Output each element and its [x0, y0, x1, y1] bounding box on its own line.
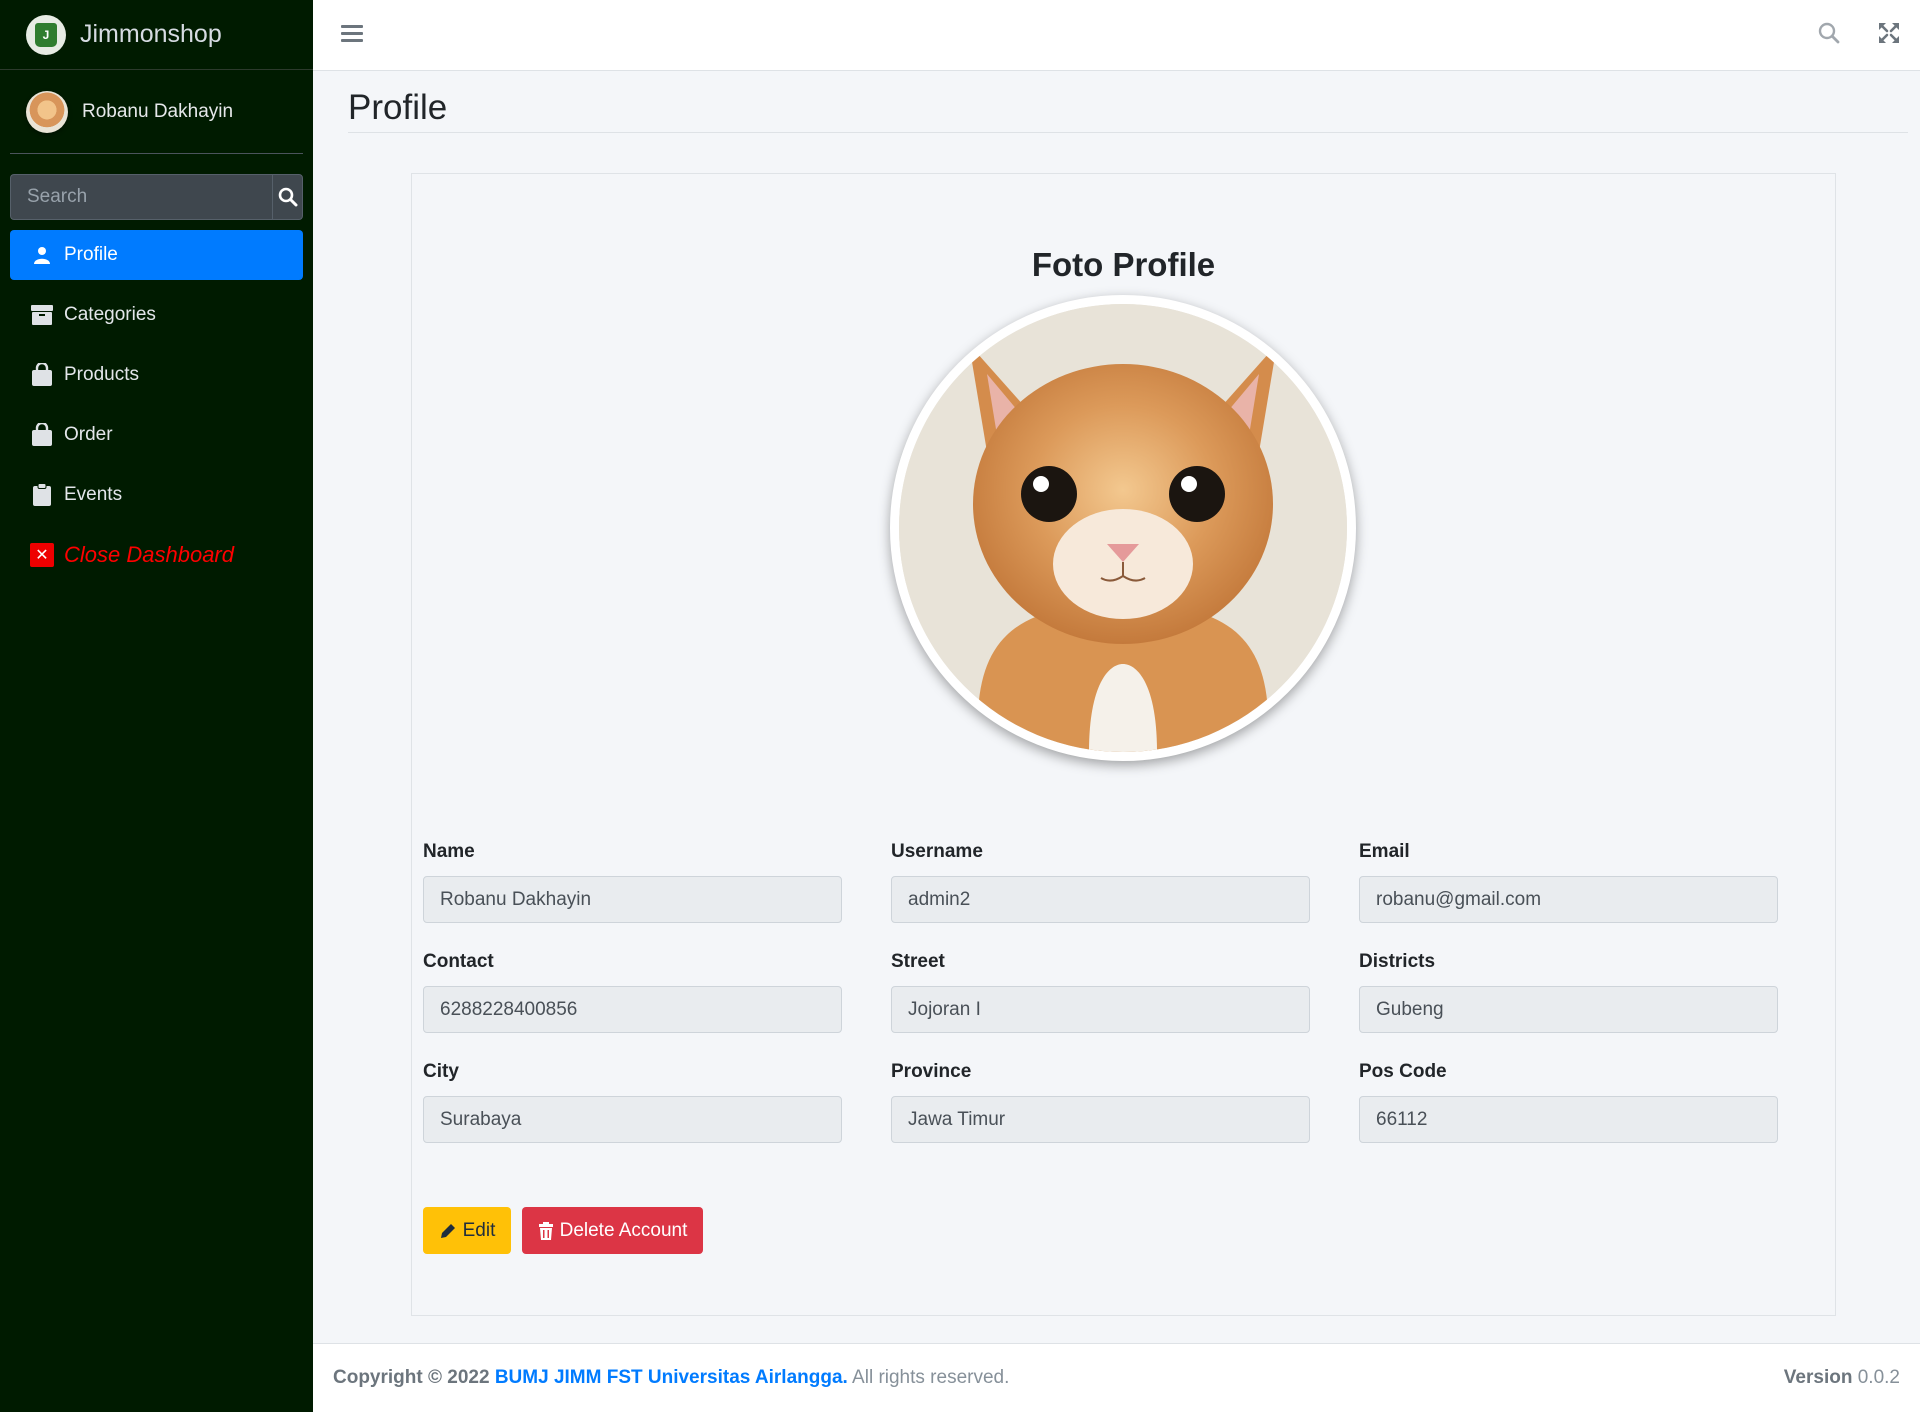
photo-heading: Foto Profile — [1031, 246, 1216, 283]
pencil-icon — [440, 1223, 455, 1238]
version-number: 0.0.2 — [1857, 1367, 1900, 1388]
sidebar-item-events[interactable]: Events — [10, 470, 303, 520]
fullscreen-icon[interactable] — [1878, 22, 1900, 44]
districts-field[interactable]: Gubeng — [1359, 986, 1778, 1033]
brand-logo-text: J — [35, 22, 57, 47]
user-name: Robanu Dakhayin — [82, 100, 234, 122]
username-label: Username — [891, 841, 983, 862]
page-title: Profile — [348, 88, 448, 127]
close-dashboard-link[interactable]: ✕ Close Dashboard — [10, 530, 303, 580]
delete-label: Delete Account — [559, 1219, 688, 1241]
poscode-label: Pos Code — [1359, 1061, 1447, 1082]
city-field[interactable]: Surabaya — [423, 1096, 842, 1143]
province-label: Province — [891, 1061, 972, 1082]
sidebar-item-order[interactable]: Order — [10, 410, 303, 460]
trash-icon — [538, 1221, 553, 1240]
navbar-right — [1818, 22, 1900, 44]
brand-link[interactable]: J Jimmonshop — [0, 0, 313, 70]
email-label: Email — [1359, 841, 1410, 862]
street-field[interactable]: Jojoran I — [891, 986, 1310, 1033]
top-navbar — [313, 0, 1920, 71]
copyright-text: Copyright © 2022 — [333, 1367, 490, 1388]
name-label: Name — [423, 841, 475, 862]
profile-photo — [890, 295, 1356, 761]
street-label: Street — [891, 951, 945, 972]
user-icon — [30, 243, 54, 267]
sidebar-item-products[interactable]: Products — [10, 350, 303, 400]
sidebar-nav: Profile Categories Products Order Events — [10, 230, 303, 580]
divider — [348, 132, 1908, 133]
sidebar: J Jimmonshop Robanu Dakhayin Profile Cat… — [0, 0, 313, 1412]
close-dashboard-label: Close Dashboard — [64, 542, 234, 567]
username-field[interactable]: admin2 — [891, 876, 1310, 923]
sidebar-item-label: Events — [64, 484, 123, 505]
sidebar-item-profile[interactable]: Profile — [10, 230, 303, 280]
districts-label: Districts — [1359, 951, 1436, 972]
footer: Copyright © 2022 BUMJ JIMM FST Universit… — [313, 1343, 1920, 1412]
email-field[interactable]: robanu@gmail.com — [1359, 876, 1778, 923]
profile-card: Foto Profile Name Robanu Dakhayin Userna… — [411, 173, 1836, 1316]
rights-text: All rights reserved. — [852, 1367, 1010, 1388]
sidebar-item-label: Profile — [64, 244, 118, 265]
search-input[interactable] — [10, 174, 272, 220]
sidebar-item-label: Products — [64, 364, 139, 385]
box-icon — [30, 303, 54, 327]
delete-account-button[interactable]: Delete Account — [522, 1207, 703, 1254]
sidebar-item-label: Categories — [64, 304, 156, 325]
contact-label: Contact — [423, 951, 494, 972]
shopping-bag-icon — [30, 423, 54, 447]
clipboard-icon — [30, 483, 54, 507]
shopping-bag-icon — [30, 363, 54, 387]
version-label: Version — [1783, 1367, 1853, 1388]
province-field[interactable]: Jawa Timur — [891, 1096, 1310, 1143]
search-icon — [278, 187, 297, 207]
name-field[interactable]: Robanu Dakhayin — [423, 876, 842, 923]
version-info: Version 0.0.2 — [1784, 1367, 1900, 1389]
menu-toggle-icon[interactable] — [341, 25, 363, 46]
search-icon[interactable] — [1818, 22, 1840, 44]
search-button[interactable] — [272, 174, 303, 220]
close-icon: ✕ — [30, 543, 54, 567]
sidebar-item-label: Order — [64, 424, 113, 445]
contact-field[interactable]: 6288228400856 — [423, 986, 842, 1033]
user-panel[interactable]: Robanu Dakhayin — [10, 70, 303, 154]
brand-name: Jimmonshop — [80, 20, 222, 48]
edit-button[interactable]: Edit — [423, 1207, 511, 1254]
poscode-field[interactable]: 66112 — [1359, 1096, 1778, 1143]
org-link[interactable]: BUMJ JIMM FST Universitas Airlangga. — [495, 1367, 848, 1388]
sidebar-search — [10, 174, 303, 220]
brand-logo: J — [26, 14, 66, 55]
avatar — [26, 90, 68, 133]
copyright: Copyright © 2022 BUMJ JIMM FST Universit… — [333, 1367, 1009, 1389]
edit-label: Edit — [462, 1219, 496, 1241]
city-label: City — [423, 1061, 459, 1082]
sidebar-item-categories[interactable]: Categories — [10, 290, 303, 340]
